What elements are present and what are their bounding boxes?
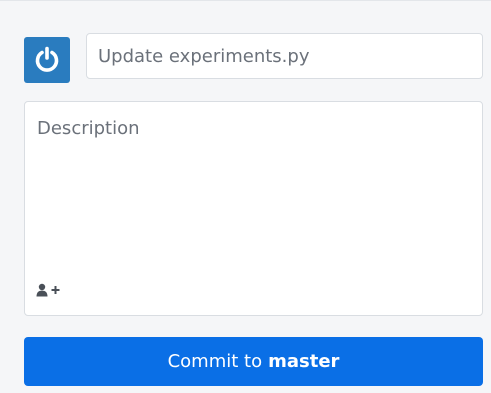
commit-button[interactable]: Commit to master	[24, 337, 483, 386]
commit-button-prefix: Commit to	[167, 351, 263, 372]
commit-button-branch: master	[268, 351, 340, 372]
add-user-icon	[36, 283, 60, 297]
add-coauthor-button[interactable]	[36, 279, 64, 301]
commit-description-box	[24, 101, 483, 316]
commit-summary-input[interactable]	[86, 33, 483, 79]
power-icon	[35, 46, 59, 72]
author-avatar	[24, 37, 70, 83]
commit-panel: Commit to master	[0, 0, 491, 393]
commit-description-input[interactable]	[25, 102, 482, 262]
